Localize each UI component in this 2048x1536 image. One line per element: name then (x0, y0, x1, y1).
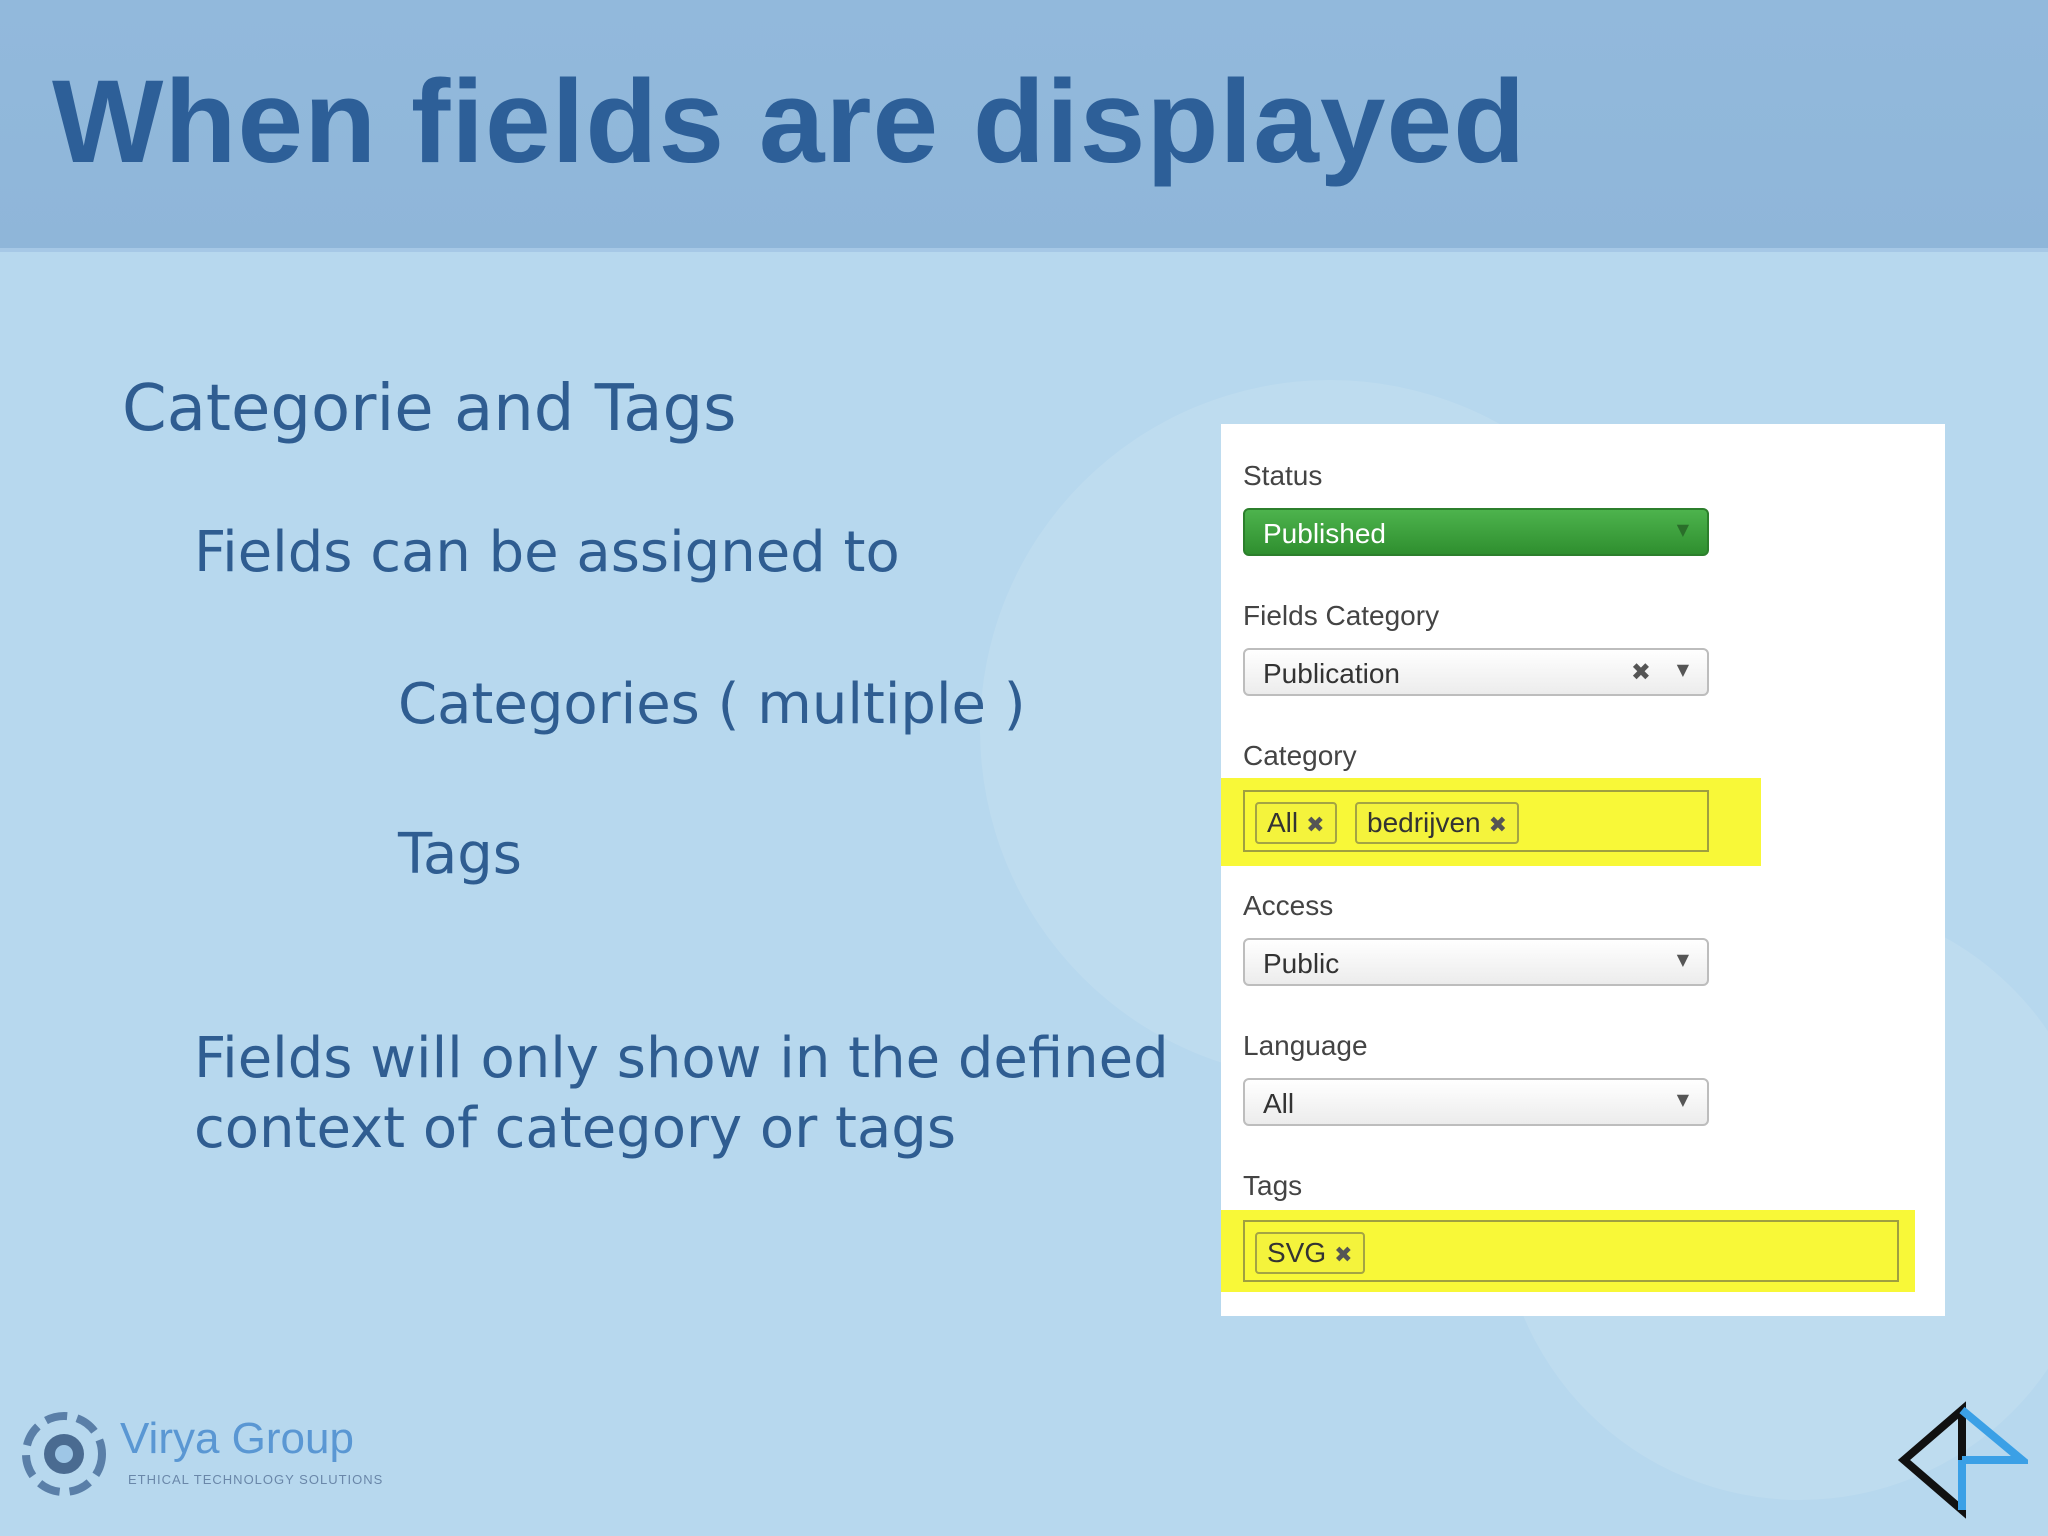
category-chip[interactable]: bedrijven ✖ (1355, 802, 1520, 844)
bullet-line: Fields can be assigned to (194, 520, 900, 585)
close-icon[interactable]: ✖ (1631, 658, 1651, 686)
category-multiselect[interactable]: All ✖ bedrijven ✖ (1243, 790, 1709, 852)
tags-label: Tags (1243, 1170, 1303, 1201)
fields-category-value: Publication (1263, 658, 1400, 689)
bullet-line: Tags (398, 822, 522, 887)
chip-label: bedrijven (1367, 807, 1481, 838)
status-select[interactable]: Published ▼ (1243, 508, 1709, 556)
language-label: Language (1243, 1030, 1368, 1061)
close-icon[interactable]: ✖ (1489, 812, 1507, 837)
language-value: All (1263, 1088, 1295, 1119)
tags-multiselect[interactable]: SVG ✖ (1243, 1220, 1899, 1282)
form-panel: Status Published ▼ Fields Category Publi… (1221, 424, 1945, 1316)
bullet-paragraph: Fields will only show in the defined con… (194, 1026, 1169, 1161)
chip-label: All (1267, 807, 1299, 838)
category-chip[interactable]: All ✖ (1255, 802, 1337, 844)
chip-label: SVG (1267, 1237, 1327, 1268)
chevron-down-icon: ▼ (1676, 950, 1689, 969)
status-label: Status (1243, 460, 1323, 491)
fields-category-select[interactable]: Publication ✖ ▼ (1243, 648, 1709, 696)
bullet-line: Categories ( multiple ) (398, 672, 1026, 737)
access-value: Public (1263, 948, 1340, 979)
access-select[interactable]: Public ▼ (1243, 938, 1709, 986)
corner-logo-icon (1897, 1401, 2028, 1519)
chevron-down-icon: ▼ (1676, 1090, 1689, 1109)
fields-category-label: Fields Category (1243, 600, 1440, 631)
status-value: Published (1263, 518, 1386, 549)
brand-name: Virya Group (120, 1414, 354, 1463)
category-label: Category (1243, 740, 1357, 771)
brand-tagline: ETHICAL TECHNOLOGY SOLUTIONS (128, 1472, 384, 1487)
language-select[interactable]: All ▼ (1243, 1078, 1709, 1126)
close-icon[interactable]: ✖ (1306, 812, 1324, 837)
section-heading: Categorie and Tags (122, 372, 737, 446)
close-icon[interactable]: ✖ (1334, 1242, 1352, 1267)
access-label: Access (1243, 890, 1334, 921)
virya-logo-icon (22, 1412, 106, 1496)
slide-header: When fields are displayed (0, 0, 2048, 252)
slide-title: When fields are displayed (52, 56, 1527, 188)
chevron-down-icon: ▼ (1676, 520, 1689, 539)
tag-chip[interactable]: SVG ✖ (1255, 1232, 1365, 1274)
chevron-down-icon: ▼ (1676, 660, 1689, 679)
